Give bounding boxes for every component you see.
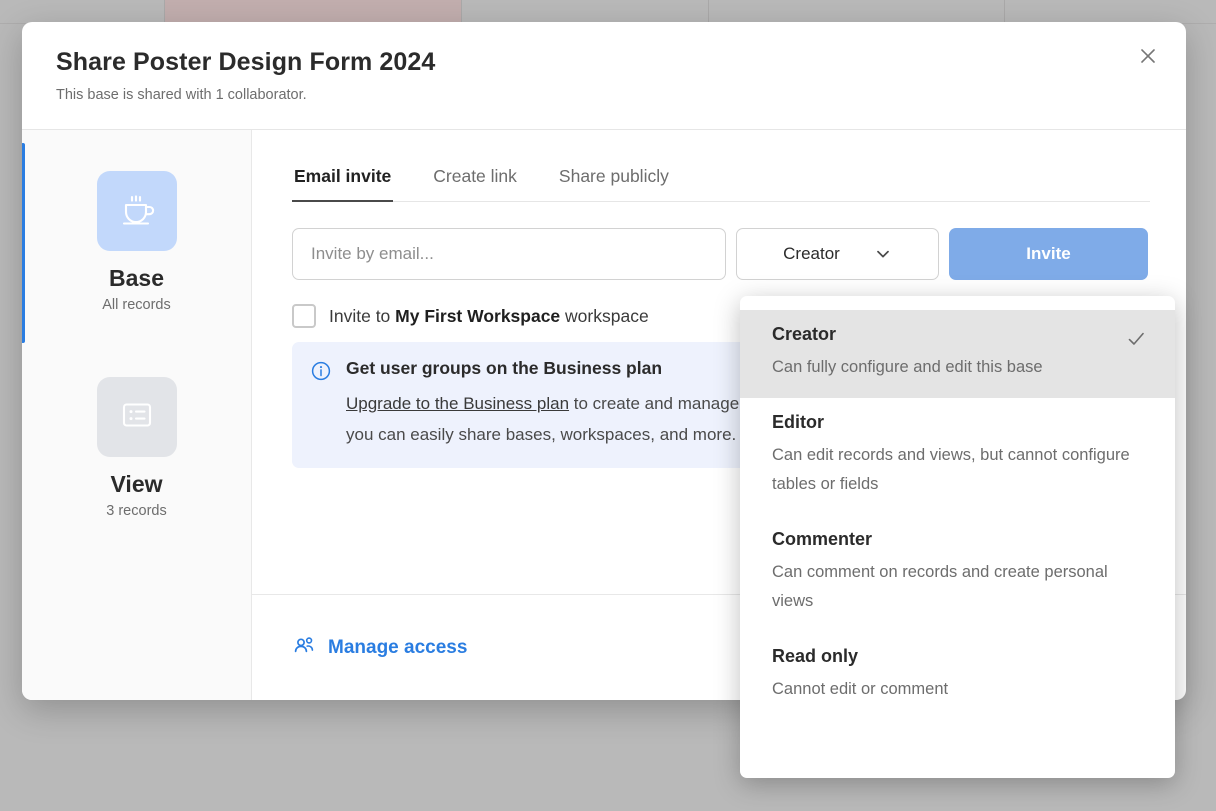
- role-option-name: Read only: [772, 646, 859, 666]
- role-dropdown-menu: Creator Can fully configure and edit thi…: [740, 296, 1175, 778]
- backdrop-cell: [709, 0, 1005, 24]
- workspace-text-before: Invite to: [329, 305, 396, 326]
- share-tabs: Email invite Create link Share publicly: [292, 158, 1150, 202]
- workspace-text-after: workspace: [560, 305, 649, 326]
- tab-share-publicly[interactable]: Share publicly: [557, 158, 671, 201]
- workspace-name: My First Workspace: [395, 305, 561, 326]
- invite-button[interactable]: Invite: [949, 228, 1148, 280]
- role-option-description: Cannot edit or comment: [772, 680, 949, 698]
- close-icon: [1138, 46, 1158, 66]
- invite-to-workspace-label: Invite to My First Workspace workspace: [329, 306, 649, 327]
- users-group-icon: [292, 633, 316, 663]
- tab-email-invite[interactable]: Email invite: [292, 158, 394, 202]
- sidebar-item-sub: All records: [102, 297, 171, 313]
- role-select-value: Creator: [783, 244, 840, 263]
- coffee-cup-icon: [115, 187, 159, 236]
- role-option-name: Editor: [772, 412, 824, 432]
- sidebar-active-accent: [22, 143, 25, 343]
- check-icon: [1125, 328, 1147, 355]
- role-option-description: Can comment on records and create person…: [772, 563, 1108, 610]
- modal-subtitle: This base is shared with 1 collaborator.: [56, 87, 307, 103]
- sidebar-item-sub: 3 records: [106, 503, 167, 519]
- role-option-editor[interactable]: Editor Can edit records and views, but c…: [740, 398, 1175, 515]
- banner-line2: you can easily share bases, workspaces, …: [346, 425, 737, 444]
- list-view-icon: [116, 394, 158, 441]
- chevron-down-icon: [874, 245, 892, 263]
- role-option-name: Creator: [772, 324, 837, 344]
- sidebar-item-view[interactable]: View 3 records: [22, 377, 251, 519]
- sidebar-item-base[interactable]: Base All records: [22, 171, 251, 313]
- role-select-trigger[interactable]: Creator: [736, 228, 939, 280]
- view-tile: [96, 377, 177, 457]
- role-option-read-only[interactable]: Read only Cannot edit or comment: [740, 632, 1175, 720]
- base-tile: [96, 171, 177, 251]
- close-button[interactable]: [1130, 38, 1166, 74]
- tab-create-link[interactable]: Create link: [431, 158, 519, 201]
- role-option-creator[interactable]: Creator Can fully configure and edit thi…: [740, 310, 1175, 398]
- upgrade-business-plan-link[interactable]: Upgrade to the Business plan: [346, 394, 569, 413]
- role-option-name: Commenter: [772, 529, 873, 549]
- backdrop-cell: [0, 0, 165, 24]
- role-option-commenter[interactable]: Commenter Can comment on records and cre…: [740, 515, 1175, 632]
- info-circle-icon: [310, 358, 332, 450]
- invite-row: Creator Invite: [292, 228, 1150, 280]
- backdrop-cell: [1005, 0, 1216, 24]
- invite-to-workspace-checkbox[interactable]: [292, 304, 316, 328]
- role-option-description: Can fully configure and edit this base: [772, 358, 1043, 376]
- modal-header: Share Poster Design Form 2024 This base …: [22, 22, 1186, 130]
- invite-email-input[interactable]: [292, 228, 726, 280]
- sidebar-item-label: Base: [109, 265, 164, 291]
- sidebar-item-label: View: [110, 471, 163, 497]
- manage-access-label: Manage access: [328, 636, 468, 658]
- backdrop-cell-tinted: [165, 0, 462, 24]
- page-title: Share Poster Design Form 2024: [56, 48, 436, 76]
- manage-access-link[interactable]: Manage access: [292, 633, 467, 663]
- backdrop-cell: [462, 0, 709, 24]
- role-option-description: Can edit records and views, but cannot c…: [772, 446, 1130, 493]
- share-scope-sidebar: Base All records View 3 records: [22, 130, 252, 700]
